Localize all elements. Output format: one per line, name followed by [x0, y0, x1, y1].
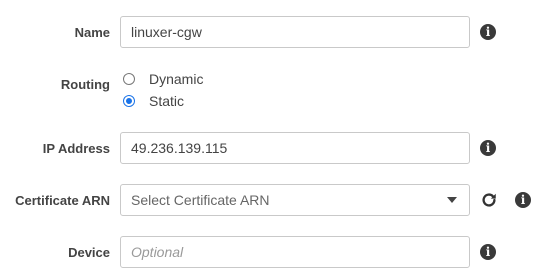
- info-icon[interactable]: i: [480, 24, 496, 40]
- radio-dynamic[interactable]: [123, 73, 135, 85]
- refresh-icon[interactable]: [480, 191, 498, 209]
- ip-address-input[interactable]: [120, 132, 470, 164]
- certificate-arn-selected: Select Certificate ARN: [131, 192, 270, 208]
- routing-label: Routing: [60, 77, 110, 92]
- certificate-arn-select[interactable]: Select Certificate ARN: [120, 184, 470, 216]
- radio-static[interactable]: [123, 95, 135, 107]
- info-icon[interactable]: i: [515, 192, 531, 208]
- device-label: Device: [68, 245, 110, 260]
- routing-option-static[interactable]: Static: [123, 93, 184, 109]
- routing-option-dynamic[interactable]: Dynamic: [123, 71, 203, 87]
- radio-dynamic-label: Dynamic: [149, 71, 204, 87]
- chevron-down-icon: [447, 197, 457, 203]
- name-label: Name: [74, 25, 110, 40]
- info-icon[interactable]: i: [480, 244, 496, 260]
- info-icon[interactable]: i: [480, 140, 496, 156]
- ip-address-label: IP Address: [42, 141, 110, 156]
- radio-static-label: Static: [149, 93, 185, 109]
- device-input[interactable]: [120, 236, 470, 268]
- certificate-arn-label: Certificate ARN: [15, 193, 110, 208]
- name-input[interactable]: [120, 16, 470, 48]
